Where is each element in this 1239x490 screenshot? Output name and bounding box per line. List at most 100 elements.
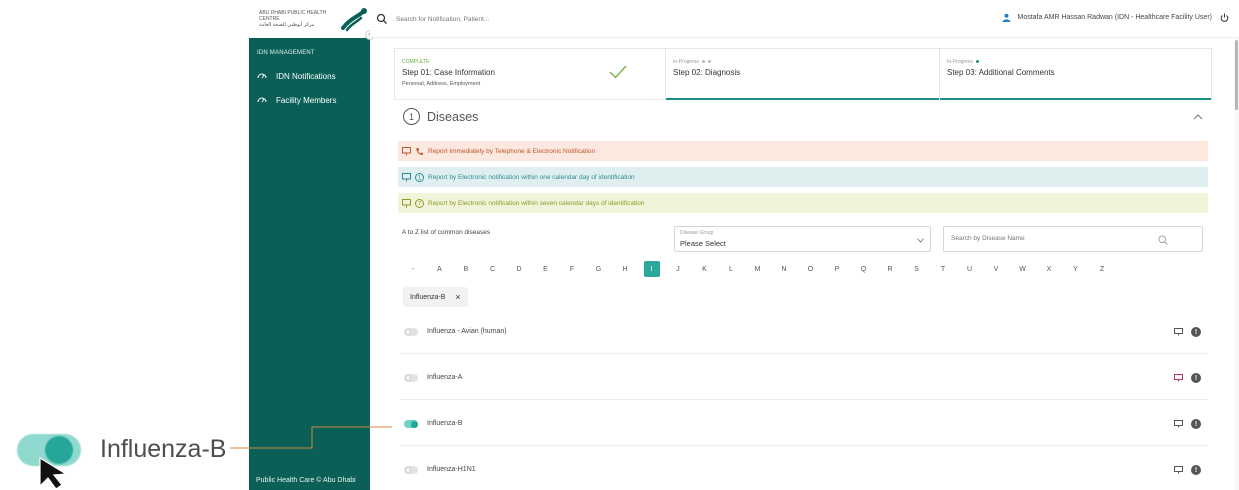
list-item: Influenza-H1N1! — [400, 446, 1208, 490]
step-status: In-Progress — [673, 59, 939, 65]
letter-o[interactable]: O — [803, 261, 819, 277]
disease-name: Influenza - Avian (human) — [427, 328, 507, 335]
info-icon[interactable]: ! — [1191, 419, 1201, 429]
letter-x[interactable]: X — [1041, 261, 1057, 277]
info-icon[interactable]: ! — [1191, 465, 1201, 475]
list-item: Influenza-B! — [400, 400, 1208, 446]
disease-name: Influenza-B — [427, 420, 463, 427]
monitor-icon[interactable] — [1174, 328, 1183, 336]
brand-header[interactable]: ABU DHABI PUBLIC HEALTH CENTRE مركز أبوظ… — [249, 0, 375, 40]
step-case-information[interactable]: COMPLETE Step 01: Case Information Perso… — [395, 49, 666, 99]
chip-label: Influenza-B — [410, 293, 446, 301]
letter-h[interactable]: H — [617, 261, 633, 277]
letter-g[interactable]: G — [591, 261, 607, 277]
letter-b[interactable]: B — [458, 261, 474, 277]
monitor-icon[interactable] — [1174, 420, 1183, 428]
disease-search-input[interactable]: Search by Disease Name — [943, 226, 1203, 252]
letter-m[interactable]: M — [750, 261, 766, 277]
monitor-icon[interactable] — [1174, 466, 1183, 474]
sidebar-item-label: IDN Notifications — [276, 71, 336, 81]
step-title: Step 03: Additional Comments — [947, 68, 1055, 77]
letter-t[interactable]: T — [935, 261, 951, 277]
info-icon[interactable]: ! — [1191, 373, 1201, 383]
user-name: Mostafa AMR Hassan Radwan (IDN - Healthc… — [1017, 14, 1212, 21]
alphabet-filter: -ABCDEFGHIJKLMNOPQRSTUVWXYZ — [402, 261, 1208, 277]
brand-text: ABU DHABI PUBLIC HEALTH CENTRE مركز أبوظ… — [259, 10, 331, 28]
section-title: Diseases — [427, 109, 479, 124]
letter-q[interactable]: Q — [856, 261, 872, 277]
notice-seven-days: 7 Report by Electronic notification with… — [398, 193, 1208, 213]
diseases-header[interactable]: 1 Diseases — [403, 108, 478, 125]
zoomed-label: Influenza-B — [100, 435, 227, 463]
disease-toggle[interactable] — [404, 420, 418, 428]
gauge-icon — [257, 73, 267, 79]
step-subtitle: Personal, Address, Employment — [402, 81, 481, 87]
toggle-knob — [405, 467, 411, 473]
letter-f[interactable]: F — [564, 261, 580, 277]
check-icon — [609, 65, 627, 79]
toggle-knob — [405, 329, 411, 335]
select-caption: Disease Group — [680, 230, 714, 236]
list-item: Influenza-A! — [400, 354, 1208, 400]
chevron-up-icon[interactable] — [1193, 114, 1203, 120]
step-additional-comments[interactable]: In-Progress Step 03: Additional Comments — [940, 49, 1211, 100]
letter-j[interactable]: J — [670, 261, 686, 277]
disease-toggle[interactable] — [404, 374, 418, 382]
progress-dot — [701, 60, 705, 64]
az-list-label: A to Z list of common diseases — [402, 229, 491, 236]
scrollbar-thumb[interactable] — [1235, 40, 1238, 110]
letter-u[interactable]: U — [962, 261, 978, 277]
letter-l[interactable]: L — [723, 261, 739, 277]
letter-d[interactable]: D — [511, 261, 527, 277]
search-icon[interactable] — [376, 13, 388, 25]
letter-c[interactable]: C — [485, 261, 501, 277]
select-value: Please Select — [680, 239, 726, 248]
notice-text: Report by Electronic notification within… — [428, 199, 645, 207]
letter-r[interactable]: R — [882, 261, 898, 277]
toggle-knob — [405, 375, 411, 381]
step-underline — [940, 98, 1211, 100]
user-area[interactable]: Mostafa AMR Hassan Radwan (IDN - Healthc… — [1002, 13, 1229, 22]
sidebar-item-label: Facility Members — [276, 95, 337, 105]
letter-dash[interactable]: - — [405, 261, 421, 277]
sidebar-item-idn-notifications[interactable]: IDN Notifications — [257, 71, 336, 81]
power-icon[interactable] — [1220, 13, 1229, 22]
monitor-icon[interactable] — [1174, 374, 1183, 382]
progress-dot — [975, 60, 979, 64]
letter-n[interactable]: N — [776, 261, 792, 277]
brand-text-ar: مركز أبوظبي للصحة العامة — [259, 22, 315, 28]
search-icon — [1158, 235, 1168, 245]
sidebar-section-title: IDN MANAGEMENT — [257, 50, 315, 56]
letter-p[interactable]: P — [829, 261, 845, 277]
monitor-icon — [402, 146, 411, 155]
monitor-icon — [402, 198, 411, 207]
letter-e[interactable]: E — [538, 261, 554, 277]
info-icon[interactable]: ! — [1191, 327, 1201, 337]
letter-w[interactable]: W — [1015, 261, 1031, 277]
active-step-underline — [666, 98, 939, 100]
notice-text: Report Immediately by Telephone & Electr… — [428, 147, 596, 155]
letter-z[interactable]: Z — [1094, 261, 1110, 277]
letter-s[interactable]: S — [909, 261, 925, 277]
disease-toggle[interactable] — [404, 328, 418, 336]
notice-one-day: 1 Report by Electronic notification with… — [398, 167, 1208, 187]
letter-v[interactable]: V — [988, 261, 1004, 277]
step-status: In-Progress — [947, 59, 1211, 65]
letter-y[interactable]: Y — [1068, 261, 1084, 277]
topbar: Mostafa AMR Hassan Radwan (IDN - Healthc… — [370, 0, 1239, 38]
step-diagnosis[interactable]: In-Progress Step 02: Diagnosis — [666, 49, 940, 100]
letter-i[interactable]: I — [643, 261, 660, 277]
global-search-input[interactable] — [396, 12, 656, 26]
disease-toggle[interactable] — [404, 466, 418, 474]
cursor-arrow-icon — [39, 456, 68, 490]
badge-7-icon: 7 — [415, 198, 424, 208]
letter-a[interactable]: A — [432, 261, 448, 277]
letter-k[interactable]: K — [697, 261, 713, 277]
sidebar-item-facility-members[interactable]: Facility Members — [257, 95, 336, 105]
user-icon — [1002, 13, 1011, 22]
adphc-logo-icon — [341, 8, 367, 32]
disease-group-select[interactable]: Disease Group Please Select — [674, 226, 931, 252]
list-item: Influenza - Avian (human)! — [400, 308, 1208, 354]
chip-remove-button[interactable]: × — [455, 292, 460, 302]
step-title: Step 02: Diagnosis — [673, 68, 741, 77]
